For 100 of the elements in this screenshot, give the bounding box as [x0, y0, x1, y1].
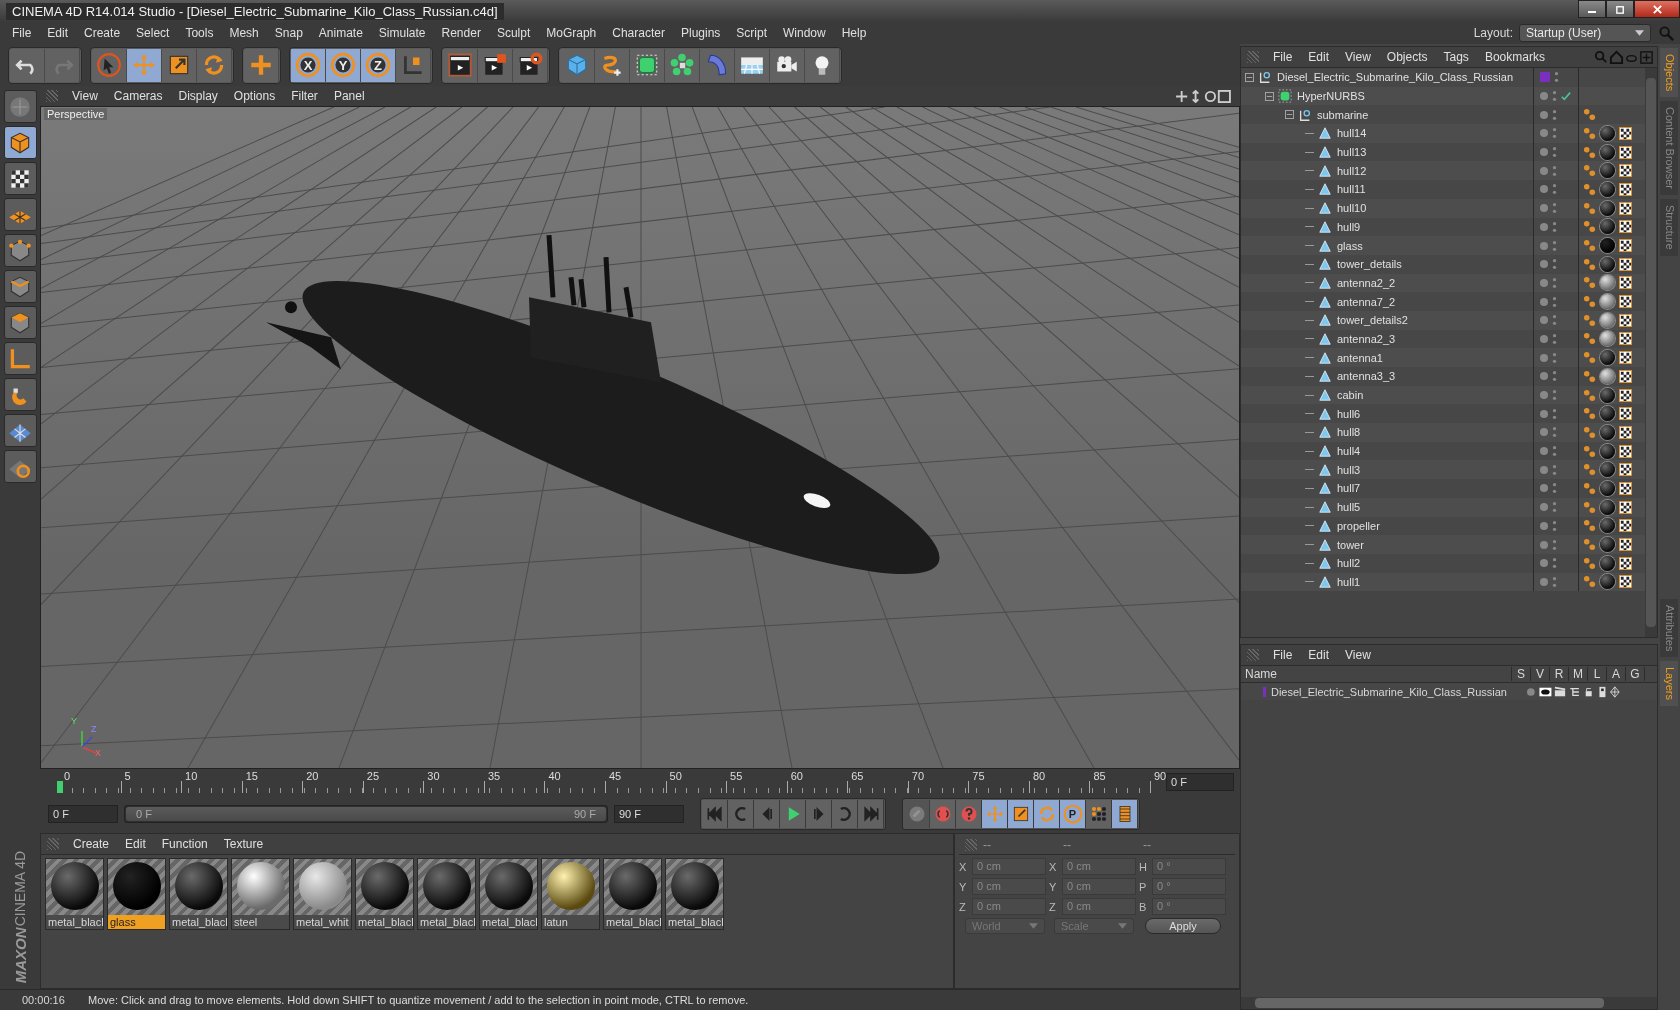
object-name[interactable]: antenna2_3 — [1337, 332, 1396, 345]
layout-dropdown[interactable]: Startup (User) — [1519, 24, 1651, 42]
end-frame-field[interactable]: 90 F — [614, 805, 684, 823]
menu-item[interactable]: MoGraph — [538, 26, 605, 40]
material-menu-item[interactable]: Texture — [215, 837, 272, 851]
object-name[interactable]: hull9 — [1337, 220, 1361, 233]
menu-item[interactable]: Snap — [266, 26, 311, 40]
object-name[interactable]: hull14 — [1337, 127, 1367, 140]
object-menu-item[interactable]: Edit — [1300, 50, 1338, 64]
object-name[interactable]: antenna7_2 — [1337, 295, 1396, 308]
viewport-menu-item[interactable]: Options — [225, 89, 284, 103]
object-menu-item[interactable]: Tags — [1435, 50, 1477, 64]
object-name[interactable]: hull1 — [1337, 575, 1361, 588]
menu-item[interactable]: Mesh — [221, 26, 267, 40]
object-name[interactable]: hull10 — [1337, 202, 1367, 215]
3d-viewport[interactable]: Perspective Y Z X — [40, 106, 1240, 769]
frame-number: 25 — [366, 770, 379, 782]
object-name[interactable]: hull6 — [1337, 407, 1361, 420]
column-header: A — [1607, 667, 1626, 681]
material-name: metal_blacl — [418, 915, 475, 929]
object-name[interactable]: tower_details — [1337, 258, 1402, 271]
material-swatch[interactable]: metal_blacl — [355, 858, 414, 930]
object-menu-item[interactable]: File — [1265, 50, 1301, 64]
object-name[interactable]: hull3 — [1337, 463, 1361, 476]
column-header: S — [1512, 667, 1531, 681]
material-swatch[interactable]: glass — [107, 858, 166, 930]
viewport-menu-item[interactable]: View — [64, 89, 106, 103]
object-name[interactable]: Diesel_Electric_Submarine_Kilo_Class_Russian — [1277, 71, 1513, 84]
object-menu-item[interactable]: Bookmarks — [1476, 50, 1553, 64]
material-swatch[interactable]: metal_blacl — [45, 858, 104, 930]
object-name[interactable]: antenna2_2 — [1337, 276, 1396, 289]
frame-number: 75 — [972, 770, 985, 782]
layer-menu-item[interactable]: View — [1337, 648, 1379, 662]
material-swatch[interactable]: metal_blacl — [603, 858, 662, 930]
object-name[interactable]: antenna1 — [1337, 351, 1383, 364]
axis-label: P — [1139, 880, 1148, 893]
side-tab[interactable]: Objects — [1660, 48, 1678, 98]
menu-item[interactable]: Simulate — [370, 26, 434, 40]
menu-item[interactable]: Animate — [310, 26, 371, 40]
material-name: metal_blacl — [46, 915, 103, 929]
material-swatch[interactable]: latun — [541, 858, 600, 930]
object-name[interactable]: hull7 — [1337, 482, 1361, 495]
object-name[interactable]: cabin — [1337, 389, 1364, 402]
object-name[interactable]: hull11 — [1337, 183, 1366, 196]
viewport-menu-item[interactable]: Display — [170, 89, 226, 103]
menu-item[interactable]: Help — [833, 26, 875, 40]
menu-item[interactable]: File — [4, 26, 40, 40]
material-swatch[interactable]: steel — [231, 858, 290, 930]
timeline-ruler[interactable]: 0 5 10 15 20 25 30 35 40 45 50 55 60 65 70 75 80 85 90 0 F — [40, 769, 1240, 795]
object-name[interactable]: tower_details2 — [1337, 314, 1408, 327]
material-swatch[interactable]: metal_whit — [293, 858, 352, 930]
menu-item[interactable]: Tools — [177, 26, 222, 40]
material-swatch[interactable]: metal_blacl — [479, 858, 538, 930]
object-name[interactable]: glass — [1337, 239, 1363, 252]
object-menu-item[interactable]: View — [1337, 50, 1379, 64]
layer-name[interactable]: Diesel_Electric_Submarine_Kilo_Class_Russian — [1271, 685, 1507, 698]
axis-label: Z — [1049, 900, 1057, 913]
frame-number: 50 — [669, 770, 682, 782]
material-swatch[interactable]: metal_blacl — [417, 858, 476, 930]
menu-item[interactable]: Create — [76, 26, 129, 40]
object-name[interactable]: HyperNURBS — [1297, 90, 1365, 103]
frame-number: 0 — [64, 770, 71, 782]
object-menu-item[interactable]: Objects — [1378, 50, 1436, 64]
tool-button[interactable]: X — [291, 48, 326, 82]
start-frame-field[interactable]: 0 F — [48, 805, 118, 823]
object-name[interactable]: tower — [1337, 538, 1364, 551]
object-name[interactable]: antenna3_3 — [1337, 370, 1396, 383]
frame-field[interactable]: 0 F — [1166, 773, 1234, 791]
viewport-menu-item[interactable]: Panel — [325, 89, 373, 103]
object-name[interactable]: submarine — [1317, 108, 1369, 121]
material-menu-item[interactable]: Create — [65, 837, 118, 851]
key-button[interactable]: P — [1060, 800, 1086, 828]
layer-menu-item[interactable]: File — [1265, 648, 1301, 662]
material-swatch[interactable]: metal_blacl — [665, 858, 724, 930]
material-menu-item[interactable]: Edit — [117, 837, 154, 851]
menu-item[interactable]: Sculpt — [488, 26, 539, 40]
object-name[interactable]: hull12 — [1337, 164, 1367, 177]
menu-item[interactable]: Window — [775, 26, 834, 40]
menu-item[interactable]: Character — [604, 26, 673, 40]
object-name[interactable]: hull2 — [1337, 557, 1361, 570]
menu-item[interactable]: Select — [128, 26, 178, 40]
tool-button[interactable]: Y — [326, 48, 361, 82]
side-tab[interactable]: Layers — [1660, 660, 1678, 706]
viewport-menu-item[interactable]: Cameras — [105, 89, 171, 103]
object-name[interactable]: hull8 — [1337, 426, 1361, 439]
tool-button[interactable]: Z — [361, 48, 396, 82]
layer-menu-item[interactable]: Edit — [1300, 648, 1338, 662]
object-name[interactable]: hull5 — [1337, 501, 1361, 514]
object-name[interactable]: hull13 — [1337, 146, 1367, 159]
column-header: -- — [1143, 838, 1152, 852]
material-swatch[interactable]: metal_blacl — [169, 858, 228, 930]
menu-item[interactable]: Script — [728, 26, 775, 40]
menu-item[interactable]: Edit — [39, 26, 77, 40]
range-fill[interactable]: 0 F 90 F — [126, 807, 606, 821]
material-menu-item[interactable]: Function — [153, 837, 216, 851]
object-name[interactable]: propeller — [1337, 519, 1380, 532]
viewport-menu-item[interactable]: Filter — [283, 89, 326, 103]
menu-item[interactable]: Render — [433, 26, 489, 40]
object-name[interactable]: hull4 — [1337, 445, 1361, 458]
menu-item[interactable]: Plugins — [672, 26, 729, 40]
